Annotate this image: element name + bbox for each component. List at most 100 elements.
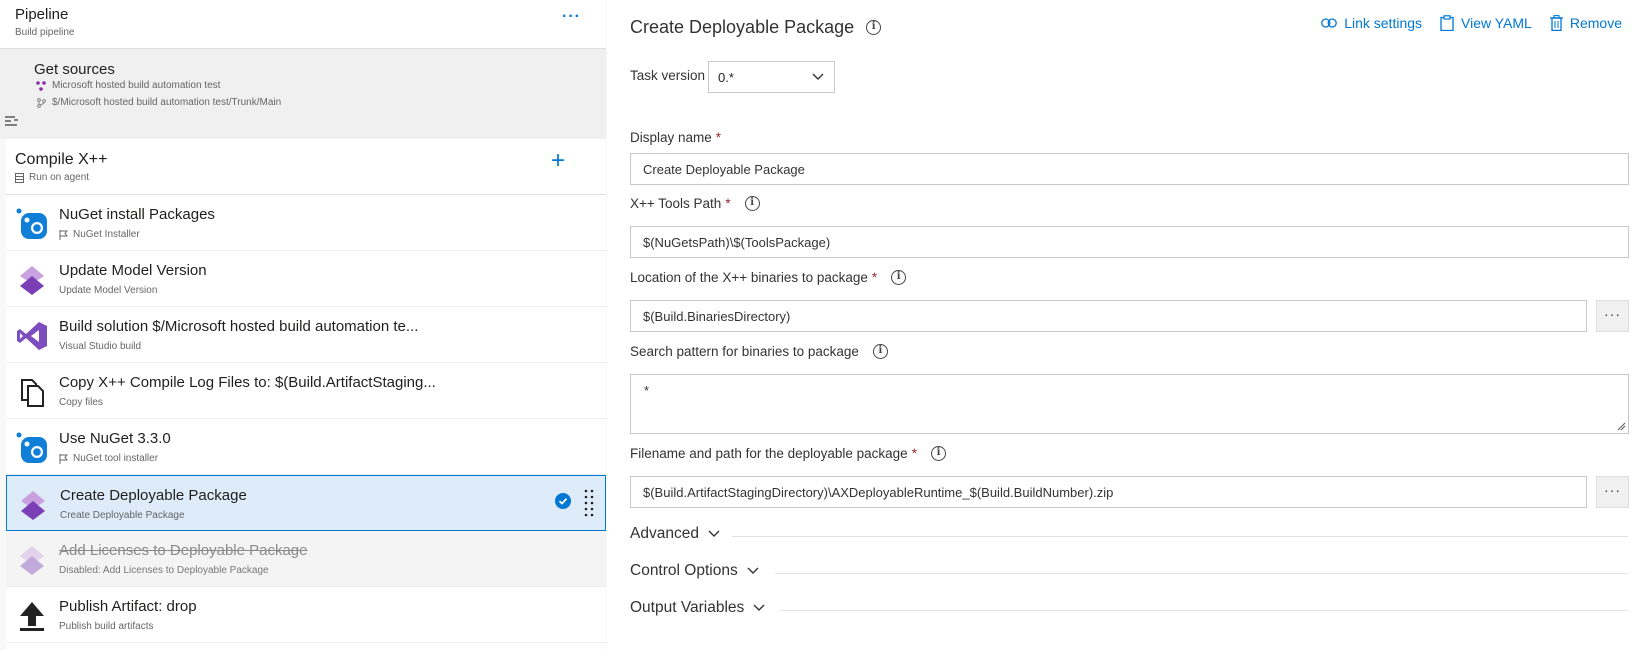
task-item-disabled[interactable]: Add Licenses to Deployable Package Disab… (6, 531, 606, 587)
task-item[interactable]: Use NuGet 3.3.0 NuGet tool installer (6, 419, 606, 475)
task-details-header: Create Deployable Package i (630, 17, 882, 38)
search-pattern-label: Search pattern for binaries to package i (630, 344, 888, 359)
tools-path-label-text: X++ Tools Path (630, 196, 722, 211)
task-subtitle: Publish build artifacts (59, 621, 154, 632)
get-sources-item[interactable]: Get sources Microsoft hosted build autom… (0, 49, 606, 139)
upload-icon (20, 602, 44, 631)
clipboard-icon (1440, 15, 1454, 31)
task-subtitle: Update Model Version (59, 285, 157, 296)
display-name-label: Display name * (630, 130, 721, 145)
task-item[interactable]: NuGet install Packages NuGet Installer (6, 195, 606, 251)
display-name-input[interactable]: Create Deployable Package (630, 153, 1629, 185)
task-item[interactable]: Build solution $/Microsoft hosted build … (6, 307, 606, 363)
info-icon[interactable]: i (930, 446, 946, 461)
remove-label: Remove (1569, 15, 1622, 31)
task-subtitle-text: Copy files (59, 397, 103, 408)
agent-job-compile[interactable]: Compile X++ Run on agent + (6, 139, 606, 195)
view-yaml-label: View YAML (1461, 15, 1532, 31)
agent-job-subtitle: Run on agent (15, 172, 89, 183)
task-subtitle: Disabled: Add Licenses to Deployable Pac… (59, 565, 269, 576)
info-icon[interactable]: i (744, 196, 760, 211)
browse-package-button[interactable]: ··· (1596, 476, 1629, 508)
info-icon[interactable]: i (891, 270, 907, 285)
tools-path-value: $(NuGetsPath)\$(ToolsPackage) (643, 235, 831, 250)
source-repo-line: Microsoft hosted build automation test (36, 80, 220, 91)
checkmark-circle-icon[interactable] (555, 493, 571, 509)
pipeline-header[interactable]: Pipeline Build pipeline ··· (0, 0, 606, 49)
task-title: NuGet install Packages (59, 206, 215, 223)
chevron-down-icon (708, 530, 720, 537)
chevron-down-icon (753, 604, 765, 611)
link-settings-label: Link settings (1344, 15, 1423, 31)
view-yaml-button[interactable]: View YAML (1440, 15, 1532, 31)
pipeline-tree-pane: Pipeline Build pipeline ··· Get sources … (0, 0, 606, 650)
visual-studio-icon (17, 322, 47, 350)
task-details-title: Create Deployable Package (630, 17, 855, 37)
dynamics-icon (20, 546, 44, 575)
task-item-selected[interactable]: Create Deployable Package Create Deploya… (6, 475, 606, 531)
task-item[interactable]: Publish Artifact: drop Publish build art… (6, 587, 606, 643)
nuget-icon (16, 208, 47, 239)
task-item[interactable]: Copy X++ Compile Log Files to: $(Build.A… (6, 363, 606, 419)
section-divider (732, 536, 1628, 537)
resize-handle-icon[interactable] (1616, 421, 1626, 431)
flag-icon (59, 453, 68, 464)
task-subtitle-text: Disabled: Add Licenses to Deployable Pac… (59, 565, 269, 576)
drag-handle-icon[interactable] (584, 488, 594, 518)
source-branch-text: $/Microsoft hosted build automation test… (52, 97, 282, 108)
binaries-location-input[interactable]: $(Build.BinariesDirectory) (630, 300, 1587, 332)
task-subtitle-text: Create Deployable Package (60, 510, 185, 521)
agent-job-title: Compile X++ (15, 151, 108, 168)
task-list: NuGet install Packages NuGet Installer U… (6, 195, 606, 643)
info-icon[interactable]: i (872, 344, 888, 359)
task-version-select[interactable]: 0.* (708, 61, 835, 93)
flag-icon (59, 229, 68, 240)
task-list-end (6, 643, 606, 650)
sources-list-icon (5, 116, 18, 126)
link-settings-button[interactable]: Link settings (1321, 15, 1422, 31)
tools-path-input[interactable]: $(NuGetsPath)\$(ToolsPackage) (630, 226, 1629, 258)
binaries-location-label: Location of the X++ binaries to package … (630, 270, 907, 285)
search-pattern-label-text: Search pattern for binaries to package (630, 344, 859, 359)
link-icon (1321, 18, 1338, 28)
package-path-value: $(Build.ArtifactStagingDirectory)\AXDepl… (643, 485, 1114, 500)
tools-path-label: X++ Tools Path * i (630, 196, 760, 211)
agent-job-subtitle-text: Run on agent (29, 172, 90, 183)
task-version-label-text: Task version (630, 68, 706, 83)
control-options-section-label: Control Options (630, 562, 738, 579)
output-variables-section-toggle[interactable]: Output Variables (630, 599, 765, 617)
get-sources-title: Get sources (34, 61, 115, 78)
pipeline-title: Pipeline (15, 6, 69, 23)
browse-binaries-button[interactable]: ··· (1596, 300, 1629, 332)
nuget-icon (16, 432, 47, 463)
advanced-section-label: Advanced (630, 525, 699, 542)
pipeline-subtitle: Build pipeline (15, 27, 75, 38)
task-actions: Link settings View YAML Remove (1321, 15, 1622, 31)
output-variables-section-label: Output Variables (630, 599, 745, 616)
package-path-input[interactable]: $(Build.ArtifactStagingDirectory)\AXDepl… (630, 476, 1587, 508)
task-item[interactable]: Update Model Version Update Model Versio… (6, 251, 606, 307)
task-subtitle: Create Deployable Package (60, 510, 185, 521)
display-name-value: Create Deployable Package (643, 162, 805, 177)
binaries-location-value: $(Build.BinariesDirectory) (643, 309, 791, 324)
remove-button[interactable]: Remove (1549, 15, 1622, 31)
dynamics-icon (21, 491, 45, 520)
required-mark: * (871, 270, 878, 285)
branch-icon (37, 97, 46, 108)
dynamics-icon (20, 266, 44, 295)
package-path-label-text: Filename and path for the deployable pac… (630, 446, 908, 461)
source-repo-text: Microsoft hosted build automation test (52, 80, 221, 91)
info-icon[interactable]: i (866, 20, 882, 35)
advanced-section-toggle[interactable]: Advanced (630, 525, 720, 543)
task-details-pane: Create Deployable Package i Link setting… (607, 0, 1638, 650)
chevron-down-icon (747, 567, 759, 574)
search-pattern-textarea[interactable]: * (630, 374, 1629, 434)
task-subtitle: NuGet tool installer (59, 453, 158, 464)
add-task-button[interactable]: + (551, 149, 565, 173)
task-subtitle-text: NuGet Installer (73, 229, 140, 240)
more-options-button[interactable]: ··· (562, 8, 581, 26)
control-options-section-toggle[interactable]: Control Options (630, 562, 759, 580)
task-title: Build solution $/Microsoft hosted build … (59, 318, 419, 335)
task-subtitle: Visual Studio build (59, 341, 141, 352)
task-title: Publish Artifact: drop (59, 598, 197, 615)
